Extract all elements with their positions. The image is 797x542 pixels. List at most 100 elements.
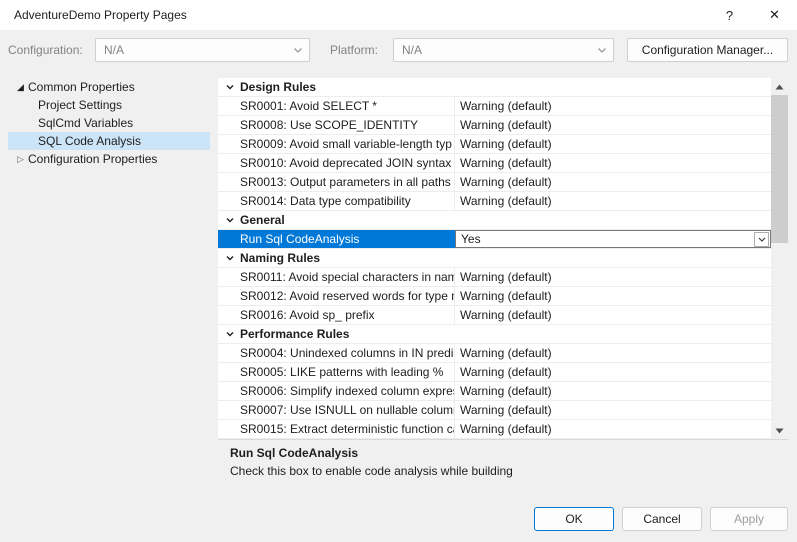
category-design-rules[interactable]: Design Rules — [218, 78, 771, 97]
tree-collapsed-icon[interactable]: ▷ — [13, 154, 28, 165]
property-name: SR0013: Output parameters in all paths — [218, 173, 455, 191]
property-name: SR0009: Avoid small variable-length typ — [218, 135, 455, 153]
table-row[interactable]: SR0004: Unindexed columns in IN predic W… — [218, 344, 771, 363]
table-row[interactable]: SR0012: Avoid reserved words for type n … — [218, 287, 771, 306]
grid-scrollbar[interactable] — [771, 78, 788, 439]
property-name: SR0012: Avoid reserved words for type n — [218, 287, 455, 305]
collapse-chevron-icon — [225, 215, 235, 225]
scroll-up-button[interactable] — [771, 78, 788, 95]
tree-expanded-icon[interactable]: ◢ — [13, 82, 28, 93]
table-row[interactable]: SR0010: Avoid deprecated JOIN syntax War… — [218, 154, 771, 173]
property-name: SR0008: Use SCOPE_IDENTITY — [218, 116, 455, 134]
property-value[interactable]: Warning (default) — [455, 97, 771, 115]
window-title: AdventureDemo Property Pages — [14, 8, 707, 22]
category-title: Performance Rules — [240, 327, 349, 341]
tree-item-configuration-properties[interactable]: ▷ Configuration Properties — [8, 150, 210, 168]
table-row[interactable]: SR0006: Simplify indexed column expres W… — [218, 382, 771, 401]
property-value[interactable]: Warning (default) — [455, 382, 771, 400]
apply-button[interactable]: Apply — [710, 507, 788, 531]
value-dropdown[interactable]: Yes — [455, 230, 771, 248]
property-value[interactable]: Warning (default) — [455, 268, 771, 286]
property-value[interactable]: Warning (default) — [455, 116, 771, 134]
main-area: ◢ Common Properties Project Settings Sql… — [0, 78, 797, 497]
tree-item-sql-code-analysis[interactable]: SQL Code Analysis — [8, 132, 210, 150]
table-row[interactable]: SR0001: Avoid SELECT * Warning (default) — [218, 97, 771, 116]
property-value[interactable]: Warning (default) — [455, 287, 771, 305]
tree-item-common-properties[interactable]: ◢ Common Properties — [8, 78, 210, 96]
titlebar: AdventureDemo Property Pages ? ✕ — [0, 0, 797, 30]
category-title: Naming Rules — [240, 251, 320, 265]
platform-dropdown[interactable]: N/A — [393, 38, 614, 62]
sidebar-tree: ◢ Common Properties Project Settings Sql… — [8, 78, 210, 497]
category-title: Design Rules — [240, 80, 316, 94]
ok-button[interactable]: OK — [534, 507, 614, 531]
configuration-dropdown[interactable]: N/A — [95, 38, 310, 62]
platform-value: N/A — [402, 43, 597, 57]
property-name: SR0011: Avoid special characters in nam — [218, 268, 455, 286]
tree-item-project-settings[interactable]: Project Settings — [8, 96, 210, 114]
help-button[interactable]: ? — [707, 0, 752, 30]
category-title: General — [240, 213, 285, 227]
chevron-down-icon — [293, 47, 303, 54]
property-name: SR0004: Unindexed columns in IN predic — [218, 344, 455, 362]
property-value[interactable]: Warning (default) — [455, 401, 771, 419]
category-general[interactable]: General — [218, 211, 771, 230]
table-row[interactable]: SR0015: Extract deterministic function c… — [218, 420, 771, 439]
property-name: SR0010: Avoid deprecated JOIN syntax — [218, 154, 455, 172]
property-value[interactable]: Warning (default) — [455, 344, 771, 362]
description-title: Run Sql CodeAnalysis — [230, 446, 776, 460]
category-performance-rules[interactable]: Performance Rules — [218, 325, 771, 344]
right-panel: Design Rules SR0001: Avoid SELECT * Warn… — [218, 78, 788, 497]
property-name: SR0007: Use ISNULL on nullable column — [218, 401, 455, 419]
description-panel: Run Sql CodeAnalysis Check this box to e… — [218, 439, 788, 497]
table-row-selected[interactable]: Run Sql CodeAnalysis Yes — [218, 230, 771, 249]
table-row[interactable]: SR0014: Data type compatibility Warning … — [218, 192, 771, 211]
table-row[interactable]: SR0013: Output parameters in all paths W… — [218, 173, 771, 192]
tree-item-label: Project Settings — [38, 98, 122, 112]
table-row[interactable]: SR0008: Use SCOPE_IDENTITY Warning (defa… — [218, 116, 771, 135]
tree-item-label: SqlCmd Variables — [38, 116, 133, 130]
property-value: Yes — [461, 230, 481, 248]
property-name: SR0006: Simplify indexed column expres — [218, 382, 455, 400]
description-text: Check this box to enable code analysis w… — [230, 464, 776, 478]
configuration-value: N/A — [104, 43, 293, 57]
property-value[interactable]: Warning (default) — [455, 420, 771, 438]
property-value[interactable]: Warning (default) — [455, 135, 771, 153]
collapse-chevron-icon — [225, 329, 235, 339]
table-row[interactable]: SR0005: LIKE patterns with leading % War… — [218, 363, 771, 382]
configuration-label: Configuration: — [8, 43, 95, 57]
platform-label: Platform: — [330, 43, 393, 57]
tree-item-sqlcmd-variables[interactable]: SqlCmd Variables — [8, 114, 210, 132]
property-name: SR0014: Data type compatibility — [218, 192, 455, 210]
collapse-chevron-icon — [225, 82, 235, 92]
property-value[interactable]: Warning (default) — [455, 192, 771, 210]
table-row[interactable]: SR0016: Avoid sp_ prefix Warning (defaul… — [218, 306, 771, 325]
property-value[interactable]: Warning (default) — [455, 154, 771, 172]
property-name: SR0016: Avoid sp_ prefix — [218, 306, 455, 324]
property-name: SR0005: LIKE patterns with leading % — [218, 363, 455, 381]
property-grid: Design Rules SR0001: Avoid SELECT * Warn… — [218, 78, 788, 439]
chevron-down-icon — [597, 47, 607, 54]
property-name: SR0001: Avoid SELECT * — [218, 97, 455, 115]
scrollbar-thumb[interactable] — [771, 95, 788, 243]
tree-item-label: Configuration Properties — [28, 152, 157, 166]
cancel-button[interactable]: Cancel — [622, 507, 702, 531]
table-row[interactable]: SR0011: Avoid special characters in nam … — [218, 268, 771, 287]
property-value[interactable]: Warning (default) — [455, 173, 771, 191]
property-value[interactable]: Warning (default) — [455, 306, 771, 324]
property-name: SR0015: Extract deterministic function c… — [218, 420, 455, 438]
table-row[interactable]: SR0007: Use ISNULL on nullable column Wa… — [218, 401, 771, 420]
collapse-chevron-icon — [225, 253, 235, 263]
property-name: Run Sql CodeAnalysis — [218, 230, 455, 248]
scroll-down-button[interactable] — [771, 422, 788, 439]
configuration-bar: Configuration: N/A Platform: N/A Configu… — [0, 30, 797, 70]
table-row[interactable]: SR0009: Avoid small variable-length typ … — [218, 135, 771, 154]
tree-item-label: SQL Code Analysis — [38, 134, 141, 148]
configuration-manager-button[interactable]: Configuration Manager... — [627, 38, 788, 62]
close-button[interactable]: ✕ — [752, 0, 797, 30]
property-value[interactable]: Warning (default) — [455, 363, 771, 381]
footer: OK Cancel Apply — [0, 497, 797, 531]
category-naming-rules[interactable]: Naming Rules — [218, 249, 771, 268]
tree-item-label: Common Properties — [28, 80, 135, 94]
dropdown-chevron-button[interactable] — [754, 232, 769, 247]
